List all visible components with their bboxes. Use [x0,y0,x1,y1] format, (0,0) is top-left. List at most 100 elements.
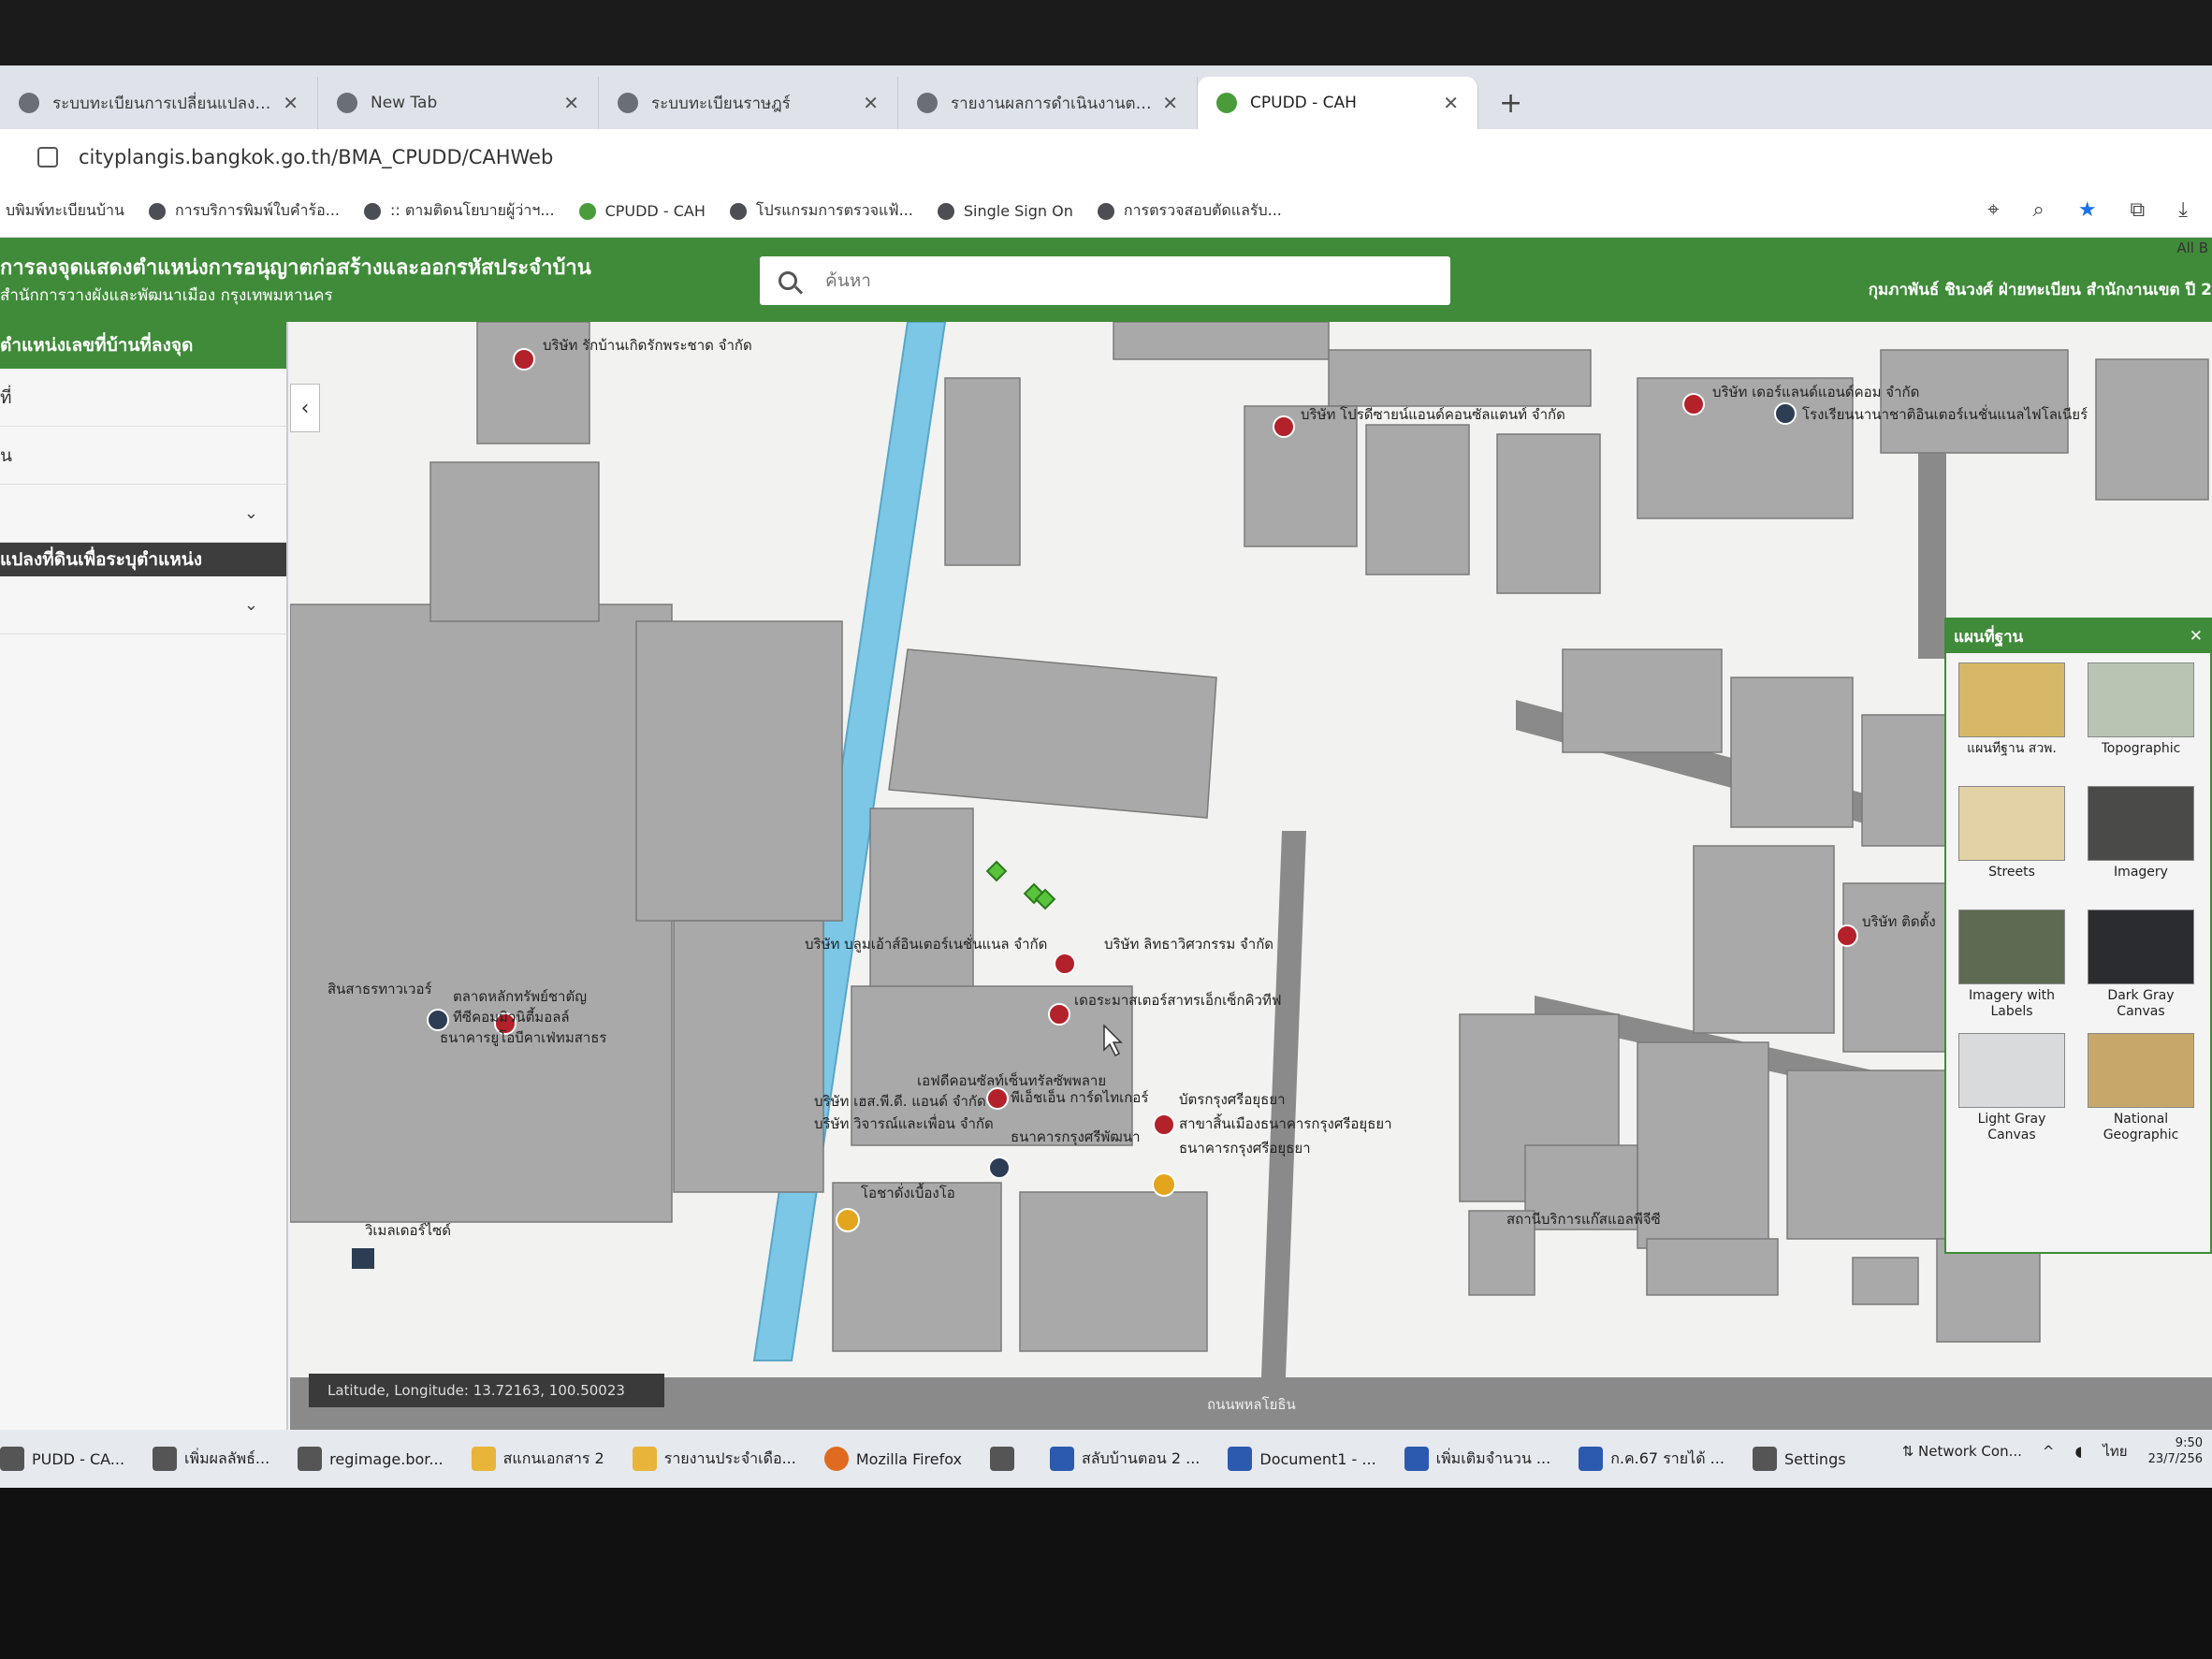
company-marker[interactable] [1682,393,1705,415]
company-marker[interactable] [513,348,535,371]
language-indicator[interactable]: ไทย [2103,1440,2127,1463]
taskbar-item[interactable]: Mozilla Firefox [823,1447,962,1471]
bookmark-label: การบริการพิมพ์ใบคำร้อ... [174,201,340,219]
basemap-option[interactable]: แผนที่ฐาน สวพ. [1956,662,2068,773]
cpudd-favicon-icon [578,202,596,220]
close-tab-icon[interactable]: ✕ [283,92,298,114]
building [290,604,673,1223]
basemap-thumbnail [2088,910,2194,984]
building [888,648,1217,819]
new-tab-button[interactable]: + [1499,87,1522,120]
bank-marker[interactable] [1153,1113,1175,1136]
tab-new-tab[interactable]: New Tab ✕ [318,77,599,129]
bookmark-star-icon[interactable]: ★ [2078,198,2097,222]
taskbar-item[interactable] [990,1447,1022,1471]
download-icon[interactable]: ⤓ [2178,198,2188,222]
zoom-icon[interactable]: ⌕ [2032,198,2044,222]
taskbar-item[interactable]: รายงานประจำเดือ... [632,1447,796,1471]
bookmark-item[interactable]: Single Sign On [937,202,1073,220]
panel-row-unit[interactable]: น [0,427,286,485]
map-canvas[interactable]: บริษัท รักบ้านเกิดรักพระชาด จำกัด บริษัท… [290,322,2212,1432]
address-bar[interactable]: cityplangis.bangkok.go.th/BMA_CPUDD/CAHW… [0,129,2212,185]
taskbar-item[interactable]: สลับบ้านตอน 2 ... [1050,1447,1200,1471]
taskbar-item[interactable]: สแกนเอกสาร 2 [471,1447,604,1471]
taskbar-item[interactable]: เพิ่มเติมจำนวน ... [1404,1447,1551,1471]
folder-icon [632,1447,657,1471]
bank-marker[interactable] [988,1157,1011,1179]
taskbar-item[interactable]: regimage.bor... [298,1447,444,1471]
building [1936,1238,2041,1343]
extensions-icon[interactable]: ⧉ [2131,198,2146,222]
bookmark-item[interactable]: :: ตามติดนโยบายผู้ว่าฯ... [364,199,555,223]
taskbar-item[interactable]: Document1 - ... [1228,1447,1376,1471]
building [1496,433,1601,594]
plotted-point-marker[interactable] [985,860,1008,882]
bookmark-item[interactable]: บพิมพ์ทะเบียนบ้าน [6,199,124,223]
basemap-option[interactable]: Dark Gray Canvas [2085,910,2197,1020]
url-text[interactable]: cityplangis.bangkok.go.th/BMA_CPUDD/CAHW… [79,146,553,168]
panel-dropdown[interactable]: ⌄ [0,485,286,543]
taskbar-item[interactable]: ก.ค.67 รายได้ ... [1579,1447,1724,1471]
clock-date: 23/7/256 [2147,1452,2203,1466]
chevron-down-icon[interactable]: ⌄ [244,595,258,615]
all-bookmarks-link[interactable]: All B [2176,240,2208,256]
close-tab-icon[interactable]: ✕ [563,92,579,114]
company-marker[interactable] [1836,924,1858,947]
company-marker[interactable] [1273,415,1295,438]
basemap-option[interactable]: Light Gray Canvas [1956,1033,2068,1143]
taskbar-label: เพิ่มเติมจำนวน ... [1435,1448,1551,1467]
network-item[interactable]: ⇅ Network Con... [1902,1443,2022,1460]
panel-row-number[interactable]: ที่ [0,369,286,427]
panel-dropdown[interactable]: ⌄ [0,576,286,634]
bookmark-item[interactable]: การบริการพิมพ์ใบคำร้อ... [148,199,340,223]
close-tab-icon[interactable]: ✕ [863,92,879,114]
search-icon[interactable] [779,271,797,290]
cafe-marker[interactable] [836,1208,860,1232]
tab-label: New Tab [371,94,438,112]
map-label: ธนาคารกรุงศรีอยุธยา [1179,1140,1311,1157]
bookmark-item[interactable]: CPUDD - CAH [578,202,706,220]
tab-registry-changes[interactable]: ระบบทะเบียนการเปลี่ยนแปลงบ้านเลขที่บ้าน … [0,77,318,129]
basemap-thumbnail [2088,786,2194,861]
basemap-option[interactable]: Imagery [2085,786,2197,896]
panel-header: ตำแหน่งเลขที่บ้านที่ลงจุด [0,322,286,369]
tower-marker[interactable] [427,1009,449,1031]
search-input[interactable] [825,270,1387,291]
school-marker[interactable] [1774,402,1797,425]
clock[interactable]: 9:50 23/7/256 [2148,1435,2203,1467]
chevron-down-icon[interactable]: ⌄ [244,503,258,523]
company-marker[interactable] [1048,1003,1070,1026]
collapse-panel-button[interactable]: ‹ [290,384,320,432]
tab-kr-report[interactable]: รายงานผลการดำเนินงานตาม KRs ✕ [898,77,1198,129]
map-label: เอฟดีคอนซัลท์เซ็นทรัลซัพพลาย [917,1071,1106,1089]
browser-icon [298,1447,323,1471]
taskbar-item[interactable]: เพิ่มผลลัพธ์... [153,1447,269,1471]
site-info-icon[interactable] [37,147,58,167]
basemap-option[interactable]: Topographic [2085,662,2197,773]
basemap-option[interactable]: National Geographic [2085,1033,2197,1143]
taskbar-item[interactable]: Settings [1752,1447,1846,1471]
search-box[interactable] [760,256,1450,305]
company-marker[interactable] [1054,953,1076,975]
left-panel: ตำแหน่งเลขที่บ้านที่ลงจุด ที่ น ⌄ แปลงที… [0,322,288,1432]
close-icon[interactable]: ✕ [2190,627,2203,646]
company-marker[interactable] [986,1087,1009,1110]
basemap-option[interactable]: Streets [1956,786,2068,896]
close-tab-icon[interactable]: ✕ [1162,92,1178,114]
map-label: บริษัท รักบ้านเกิดรักพระชาด จำกัด [543,337,752,354]
speaker-icon[interactable]: ◖ [2074,1443,2082,1460]
location-icon[interactable]: ⌖ [1987,198,1999,222]
bookmark-item[interactable]: การตรวจสอบตัดแลรับ... [1097,199,1282,223]
taskbar-item[interactable]: PUDD - CA... [0,1447,124,1471]
gear-icon [1752,1447,1777,1471]
food-marker[interactable] [1152,1172,1176,1197]
map-view[interactable]: บริษัท รักบ้านเกิดรักพระชาด จำกัด บริษัท… [290,322,2212,1432]
mall-marker[interactable] [352,1248,374,1269]
folder-icon [471,1447,496,1471]
basemap-option[interactable]: Imagery with Labels [1956,910,2068,1020]
tab-cpudd-cah[interactable]: CPUDD - CAH ✕ [1198,77,1478,129]
tab-civil-registry[interactable]: ระบบทะเบียนราษฎร์ ✕ [599,77,898,129]
chevron-up-icon[interactable]: ^ [2043,1443,2055,1460]
bookmark-item[interactable]: โปรแกรมการตรวจแฟ้... [729,199,913,223]
close-tab-icon[interactable]: ✕ [1443,92,1459,114]
